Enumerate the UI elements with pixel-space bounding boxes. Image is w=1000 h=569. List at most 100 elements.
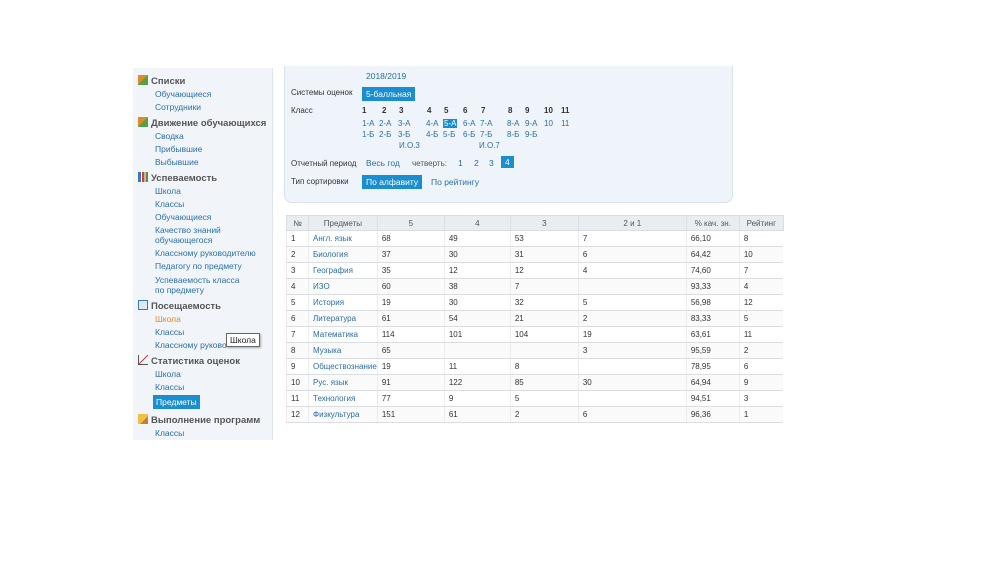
table-row: 6 Литература 61 54 21 2 83,33 5 <box>286 310 784 327</box>
column-header[interactable]: % кач. зн. <box>685 215 740 231</box>
nav-item-staff[interactable]: Сотрудники <box>155 102 201 112</box>
nav-item-summary[interactable]: Сводка <box>155 131 184 141</box>
subject-link[interactable]: ИЗО <box>308 278 378 295</box>
class-link[interactable]: 2-Б <box>379 130 391 139</box>
table-cell: 68 <box>376 230 445 247</box>
table-cell: 6 <box>577 406 687 423</box>
column-header[interactable]: Рейтинг <box>738 215 784 231</box>
nav-item-left[interactable]: Выбывшие <box>155 157 199 167</box>
class-link[interactable]: 5-А <box>443 119 458 128</box>
class-link[interactable]: 8-А <box>507 119 519 128</box>
table-cell: 2 <box>286 246 309 263</box>
nav-item-knowledge-quality-2[interactable]: обучающегося <box>155 235 212 245</box>
class-link[interactable]: 5-Б <box>443 130 455 139</box>
line-chart-icon <box>138 355 148 365</box>
subject-link[interactable]: Музыка <box>308 342 378 359</box>
table-cell: 104 <box>509 326 579 343</box>
grades-table: № Предметы 5 4 3 2 и 1% кач. зн. Рейтинг 1 Англ… <box>286 215 784 423</box>
class-link[interactable]: 4-А <box>426 119 438 128</box>
quarter-4[interactable]: 4 <box>501 156 514 168</box>
class-link[interactable]: 9-А <box>525 119 537 128</box>
table-body: 1 Англ. язык 68 49 53 7 66,10 8 2 Биология 37 30 31 6… <box>286 230 784 423</box>
section-lists[interactable]: Списки <box>138 75 185 87</box>
edit-icon <box>138 414 148 424</box>
nav-item-school[interactable]: Школа <box>155 314 181 324</box>
school-year[interactable]: 2018/2019 <box>366 71 406 81</box>
table-cell: 9 <box>286 358 309 375</box>
class-link[interactable]: 1-Б <box>362 130 374 139</box>
class-link[interactable]: 3-Б <box>398 130 410 139</box>
class-link[interactable]: 8-Б <box>507 130 519 139</box>
nav-item-classes[interactable]: Классы <box>155 428 184 438</box>
nav-item-class-performance[interactable]: Успеваемость класса <box>155 275 240 285</box>
class-link[interactable]: И.О.7 <box>479 141 500 150</box>
subject-link[interactable]: Биология <box>308 246 378 263</box>
subject-link[interactable]: Физкультура <box>308 406 378 423</box>
section-programs[interactable]: Выполнение программ <box>138 414 260 426</box>
class-link[interactable]: 2-А <box>379 119 391 128</box>
nav-item-classes[interactable]: Классы <box>155 199 184 209</box>
movement-icon <box>138 117 148 127</box>
subject-link[interactable]: Технология <box>308 390 378 407</box>
nav-item-students[interactable]: Обучающиеся <box>155 212 211 222</box>
quarter-2[interactable]: 2 <box>474 158 479 168</box>
subject-link[interactable]: Литература <box>308 310 378 327</box>
nav-item-school[interactable]: Школа <box>155 369 181 379</box>
nav-item-class-performance-2[interactable]: по предмету <box>155 285 204 295</box>
subject-link[interactable]: Рус. язык <box>308 374 378 391</box>
nav-item-classes[interactable]: Классы <box>155 327 184 337</box>
table-cell: 3 <box>738 390 784 407</box>
class-link[interactable]: 6-Б <box>463 130 475 139</box>
quarter-3[interactable]: 3 <box>489 158 494 168</box>
period-year-link[interactable]: Весь год <box>366 158 400 168</box>
sort-rating-link[interactable]: По рейтингу <box>431 177 479 187</box>
table-cell: 61 <box>443 406 511 423</box>
table-cell: 78,95 <box>685 358 740 375</box>
section-attendance[interactable]: Посещаемость <box>138 300 221 312</box>
bar-chart-icon <box>138 172 148 182</box>
class-link[interactable]: 6-А <box>463 119 475 128</box>
sort-alpha-button[interactable]: По алфавиту <box>362 175 423 189</box>
column-header[interactable]: 3 <box>509 215 579 231</box>
subject-link[interactable]: Обществознание <box>308 358 378 375</box>
nav-item-school[interactable]: Школа <box>155 186 181 196</box>
class-link[interactable]: И.О.3 <box>399 141 420 150</box>
nav-item-subjects[interactable]: Предметы <box>153 395 200 409</box>
class-link[interactable]: 9-Б <box>525 130 537 139</box>
class-link[interactable]: 11 <box>561 119 569 128</box>
nav-item-knowledge-quality[interactable]: Качество знаний <box>155 225 221 235</box>
column-header[interactable]: Предметы <box>308 215 378 231</box>
table-cell: 3 <box>577 342 687 359</box>
column-header[interactable]: 2 и 1 <box>577 215 687 231</box>
lists-icon <box>138 75 148 85</box>
class-link[interactable]: 7-А <box>480 119 492 128</box>
quarter-1[interactable]: 1 <box>458 158 463 168</box>
nav-item-class-teacher[interactable]: Классному руково <box>155 340 227 350</box>
nav-item-class-teacher[interactable]: Классному руководителю <box>155 248 256 258</box>
section-grade-stats[interactable]: Статистика оценок <box>138 355 240 367</box>
grade-number: 6 <box>463 106 468 115</box>
section-movement[interactable]: Движение обучающихся <box>138 117 266 129</box>
subject-link[interactable]: История <box>308 294 378 311</box>
sort-label: Тип сортировки <box>291 177 349 186</box>
class-link[interactable]: 4-Б <box>426 130 438 139</box>
grading-system-button[interactable]: 5-балльная <box>362 87 416 101</box>
table-cell: 95,59 <box>685 342 740 359</box>
subject-link[interactable]: Математика <box>308 326 378 343</box>
nav-item-classes[interactable]: Классы <box>155 382 184 392</box>
class-link[interactable]: 3-А <box>398 119 410 128</box>
table-cell: 12 <box>738 294 784 311</box>
section-performance[interactable]: Успеваемость <box>138 172 217 184</box>
column-header[interactable]: № <box>286 215 309 231</box>
class-link[interactable]: 10 <box>544 119 553 128</box>
subject-link[interactable]: Англ. язык <box>308 230 378 247</box>
nav-item-students[interactable]: Обучающиеся <box>155 89 211 99</box>
nav-item-arrived[interactable]: Прибывшие <box>155 144 202 154</box>
column-header[interactable]: 5 <box>376 215 445 231</box>
column-header[interactable]: 4 <box>443 215 511 231</box>
class-link[interactable]: 1-А <box>362 119 374 128</box>
nav-item-subject-teacher[interactable]: Педагогу по предмету <box>155 261 242 271</box>
class-link[interactable]: 7-Б <box>480 130 492 139</box>
subject-link[interactable]: География <box>308 262 378 279</box>
table-cell: 1 <box>738 406 784 423</box>
